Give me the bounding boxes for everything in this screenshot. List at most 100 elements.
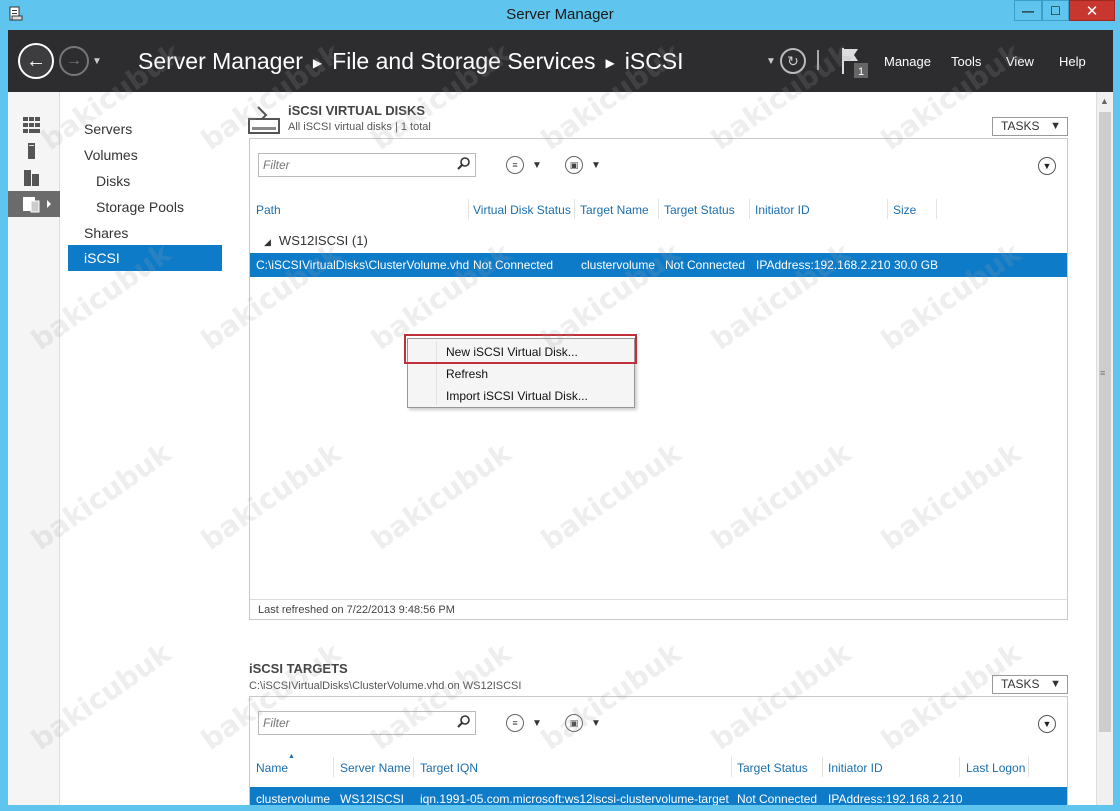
col-last-logon[interactable]: Last Logon: [966, 761, 1025, 775]
column-separator: [959, 757, 960, 777]
col-target-status[interactable]: Target Status: [664, 203, 735, 217]
menu-manage[interactable]: Manage: [884, 54, 931, 69]
menu-item-refresh[interactable]: Refresh: [446, 367, 488, 381]
virtual-disks-tasks-button[interactable]: TASKS ▼: [992, 117, 1068, 136]
column-separator: [333, 757, 334, 777]
targets-panel: ≡▼ ▣▼ ▼ Name ▲ Server Name Target IQN Ta…: [249, 696, 1068, 805]
cell-initiator-id: IPAddress:192.168.2.210: [828, 792, 963, 805]
chevron-down-icon: ▼: [591, 159, 601, 171]
close-button[interactable]: ✕: [1069, 0, 1115, 21]
column-separator: [822, 757, 823, 777]
sidebar-item-servers[interactable]: Servers: [68, 116, 222, 142]
cell-target-name: clustervolume: [581, 258, 656, 272]
table-row[interactable]: clustervolume WS12ISCSI iqn.1991-05.com.…: [250, 787, 1067, 805]
save-icon: ▣: [565, 714, 583, 732]
role-icon-bar: [8, 92, 60, 805]
history-dropdown-icon[interactable]: ▼: [92, 56, 102, 67]
virtual-disks-panel: ≡▼ ▣▼ ▼ Path Virtual Disk Status Target …: [249, 138, 1068, 620]
menu-help[interactable]: Help: [1059, 54, 1086, 69]
cell-target-status: Not Connected: [737, 792, 818, 805]
cell-target-status: Not Connected: [665, 258, 746, 272]
forward-arrow-icon[interactable]: →: [59, 46, 89, 76]
col-initiator-id[interactable]: Initiator ID: [755, 203, 810, 217]
group-header[interactable]: ◢ WS12ISCSI (1): [264, 233, 368, 248]
all-servers-icon[interactable]: [8, 165, 60, 191]
window-title: Server Manager: [506, 6, 614, 23]
chevron-down-icon: ▼: [532, 717, 542, 729]
sidebar-item-shares[interactable]: Shares: [68, 220, 222, 246]
file-storage-services-icon[interactable]: [8, 191, 60, 217]
sidebar-item-volumes[interactable]: Volumes: [68, 142, 222, 168]
targets-subtitle: C:\iSCSIVirtualDisks\ClusterVolume.vhd o…: [249, 680, 522, 692]
menu-view[interactable]: View: [1006, 54, 1034, 69]
column-separator: [936, 199, 937, 219]
view-options-button[interactable]: ≡ ▼: [506, 714, 542, 732]
window-frame-right: [1113, 30, 1120, 811]
sidebar-item-iscsi[interactable]: iSCSI: [68, 245, 222, 271]
cell-name: clustervolume: [256, 792, 331, 805]
virtual-disks-filter[interactable]: [258, 153, 476, 177]
minimize-button[interactable]: —: [1014, 0, 1042, 21]
view-options-button[interactable]: ≡ ▼: [506, 156, 542, 174]
col-path[interactable]: Path: [256, 203, 281, 217]
virtual-disks-filter-input[interactable]: [259, 154, 449, 176]
scroll-thumb[interactable]: [1099, 112, 1111, 732]
column-separator: [887, 199, 888, 219]
virtual-disks-title: iSCSI VIRTUAL DISKS: [288, 103, 426, 118]
tasks-label: TASKS: [1001, 677, 1040, 691]
dashboard-icon[interactable]: [8, 112, 60, 138]
save-query-button[interactable]: ▣ ▼: [565, 714, 601, 732]
back-arrow-icon[interactable]: ←: [18, 43, 54, 79]
sidebar-item-disks[interactable]: Disks: [68, 168, 222, 194]
col-target-name[interactable]: Target Name: [580, 203, 649, 217]
breadcrumb-file-storage[interactable]: File and Storage Services: [332, 48, 595, 75]
tasks-label: TASKS: [1001, 119, 1040, 133]
collapse-panel-icon[interactable]: ▼: [1038, 715, 1056, 733]
app-header: ← → ▼ Server Manager ▶ File and Storage Se…: [8, 30, 1113, 92]
list-view-icon: ≡: [506, 156, 524, 174]
chevron-down-icon: ▼: [591, 717, 601, 729]
breadcrumb-iscsi[interactable]: iSCSI: [625, 48, 684, 75]
col-server-name[interactable]: Server Name: [340, 761, 411, 775]
targets-filter[interactable]: [258, 711, 476, 735]
refresh-icon[interactable]: ↻: [780, 48, 806, 74]
sort-ascending-icon: ▲: [288, 753, 295, 760]
column-separator: [1028, 757, 1029, 777]
collapse-panel-icon[interactable]: ▼: [1038, 157, 1056, 175]
col-size[interactable]: Size: [893, 203, 916, 217]
local-server-icon[interactable]: [8, 138, 60, 164]
menu-tools[interactable]: Tools: [951, 54, 981, 69]
table-row[interactable]: C:\iSCSIVirtualDisks\ClusterVolume.vhd N…: [250, 253, 1067, 277]
col-name[interactable]: Name: [256, 761, 288, 775]
search-icon[interactable]: [457, 715, 471, 729]
breadcrumb-server-manager[interactable]: Server Manager: [138, 48, 303, 75]
col-target-iqn[interactable]: Target IQN: [420, 761, 478, 775]
cell-path: C:\iSCSIVirtualDisks\ClusterVolume.vhd: [256, 258, 470, 272]
panel-divider: [250, 599, 1067, 600]
save-query-button[interactable]: ▣ ▼: [565, 156, 601, 174]
column-separator: [749, 199, 750, 219]
tasks-dropdown-icon: ▼: [1050, 120, 1061, 132]
notifications-flag-icon[interactable]: 1: [840, 46, 870, 80]
col-target-status[interactable]: Target Status: [737, 761, 808, 775]
sidebar-item-storage-pools[interactable]: Storage Pools: [68, 194, 222, 220]
iscsi-virtual-disk-icon: [248, 106, 280, 134]
main-content: iSCSI VIRTUAL DISKS All iSCSI virtual di…: [230, 92, 1096, 805]
search-icon[interactable]: [457, 157, 471, 171]
scroll-up-icon[interactable]: ▲: [1100, 96, 1109, 106]
breadcrumb: Server Manager ▶ File and Storage Services…: [138, 48, 684, 75]
col-virtual-disk-status[interactable]: Virtual Disk Status: [473, 203, 571, 217]
vertical-scrollbar[interactable]: ▲ ≡: [1096, 92, 1113, 805]
col-initiator-id[interactable]: Initiator ID: [828, 761, 883, 775]
column-separator: [574, 199, 575, 219]
maximize-button[interactable]: ☐: [1042, 0, 1069, 21]
cell-status: Not Connected: [473, 258, 554, 272]
targets-filter-input[interactable]: [259, 712, 449, 734]
sidebar: Servers Volumes Disks Storage Pools Shar…: [60, 92, 230, 805]
targets-tasks-button[interactable]: TASKS ▼: [992, 675, 1068, 694]
breadcrumb-separator-icon: ▶: [605, 55, 615, 70]
breadcrumb-dropdown-icon[interactable]: ▼: [766, 56, 776, 67]
window-frame-left: [0, 30, 8, 811]
menu-item-import-iscsi-virtual-disk[interactable]: Import iSCSI Virtual Disk...: [446, 389, 588, 403]
window-titlebar[interactable]: Server Manager — ☐ ✕: [0, 0, 1120, 30]
